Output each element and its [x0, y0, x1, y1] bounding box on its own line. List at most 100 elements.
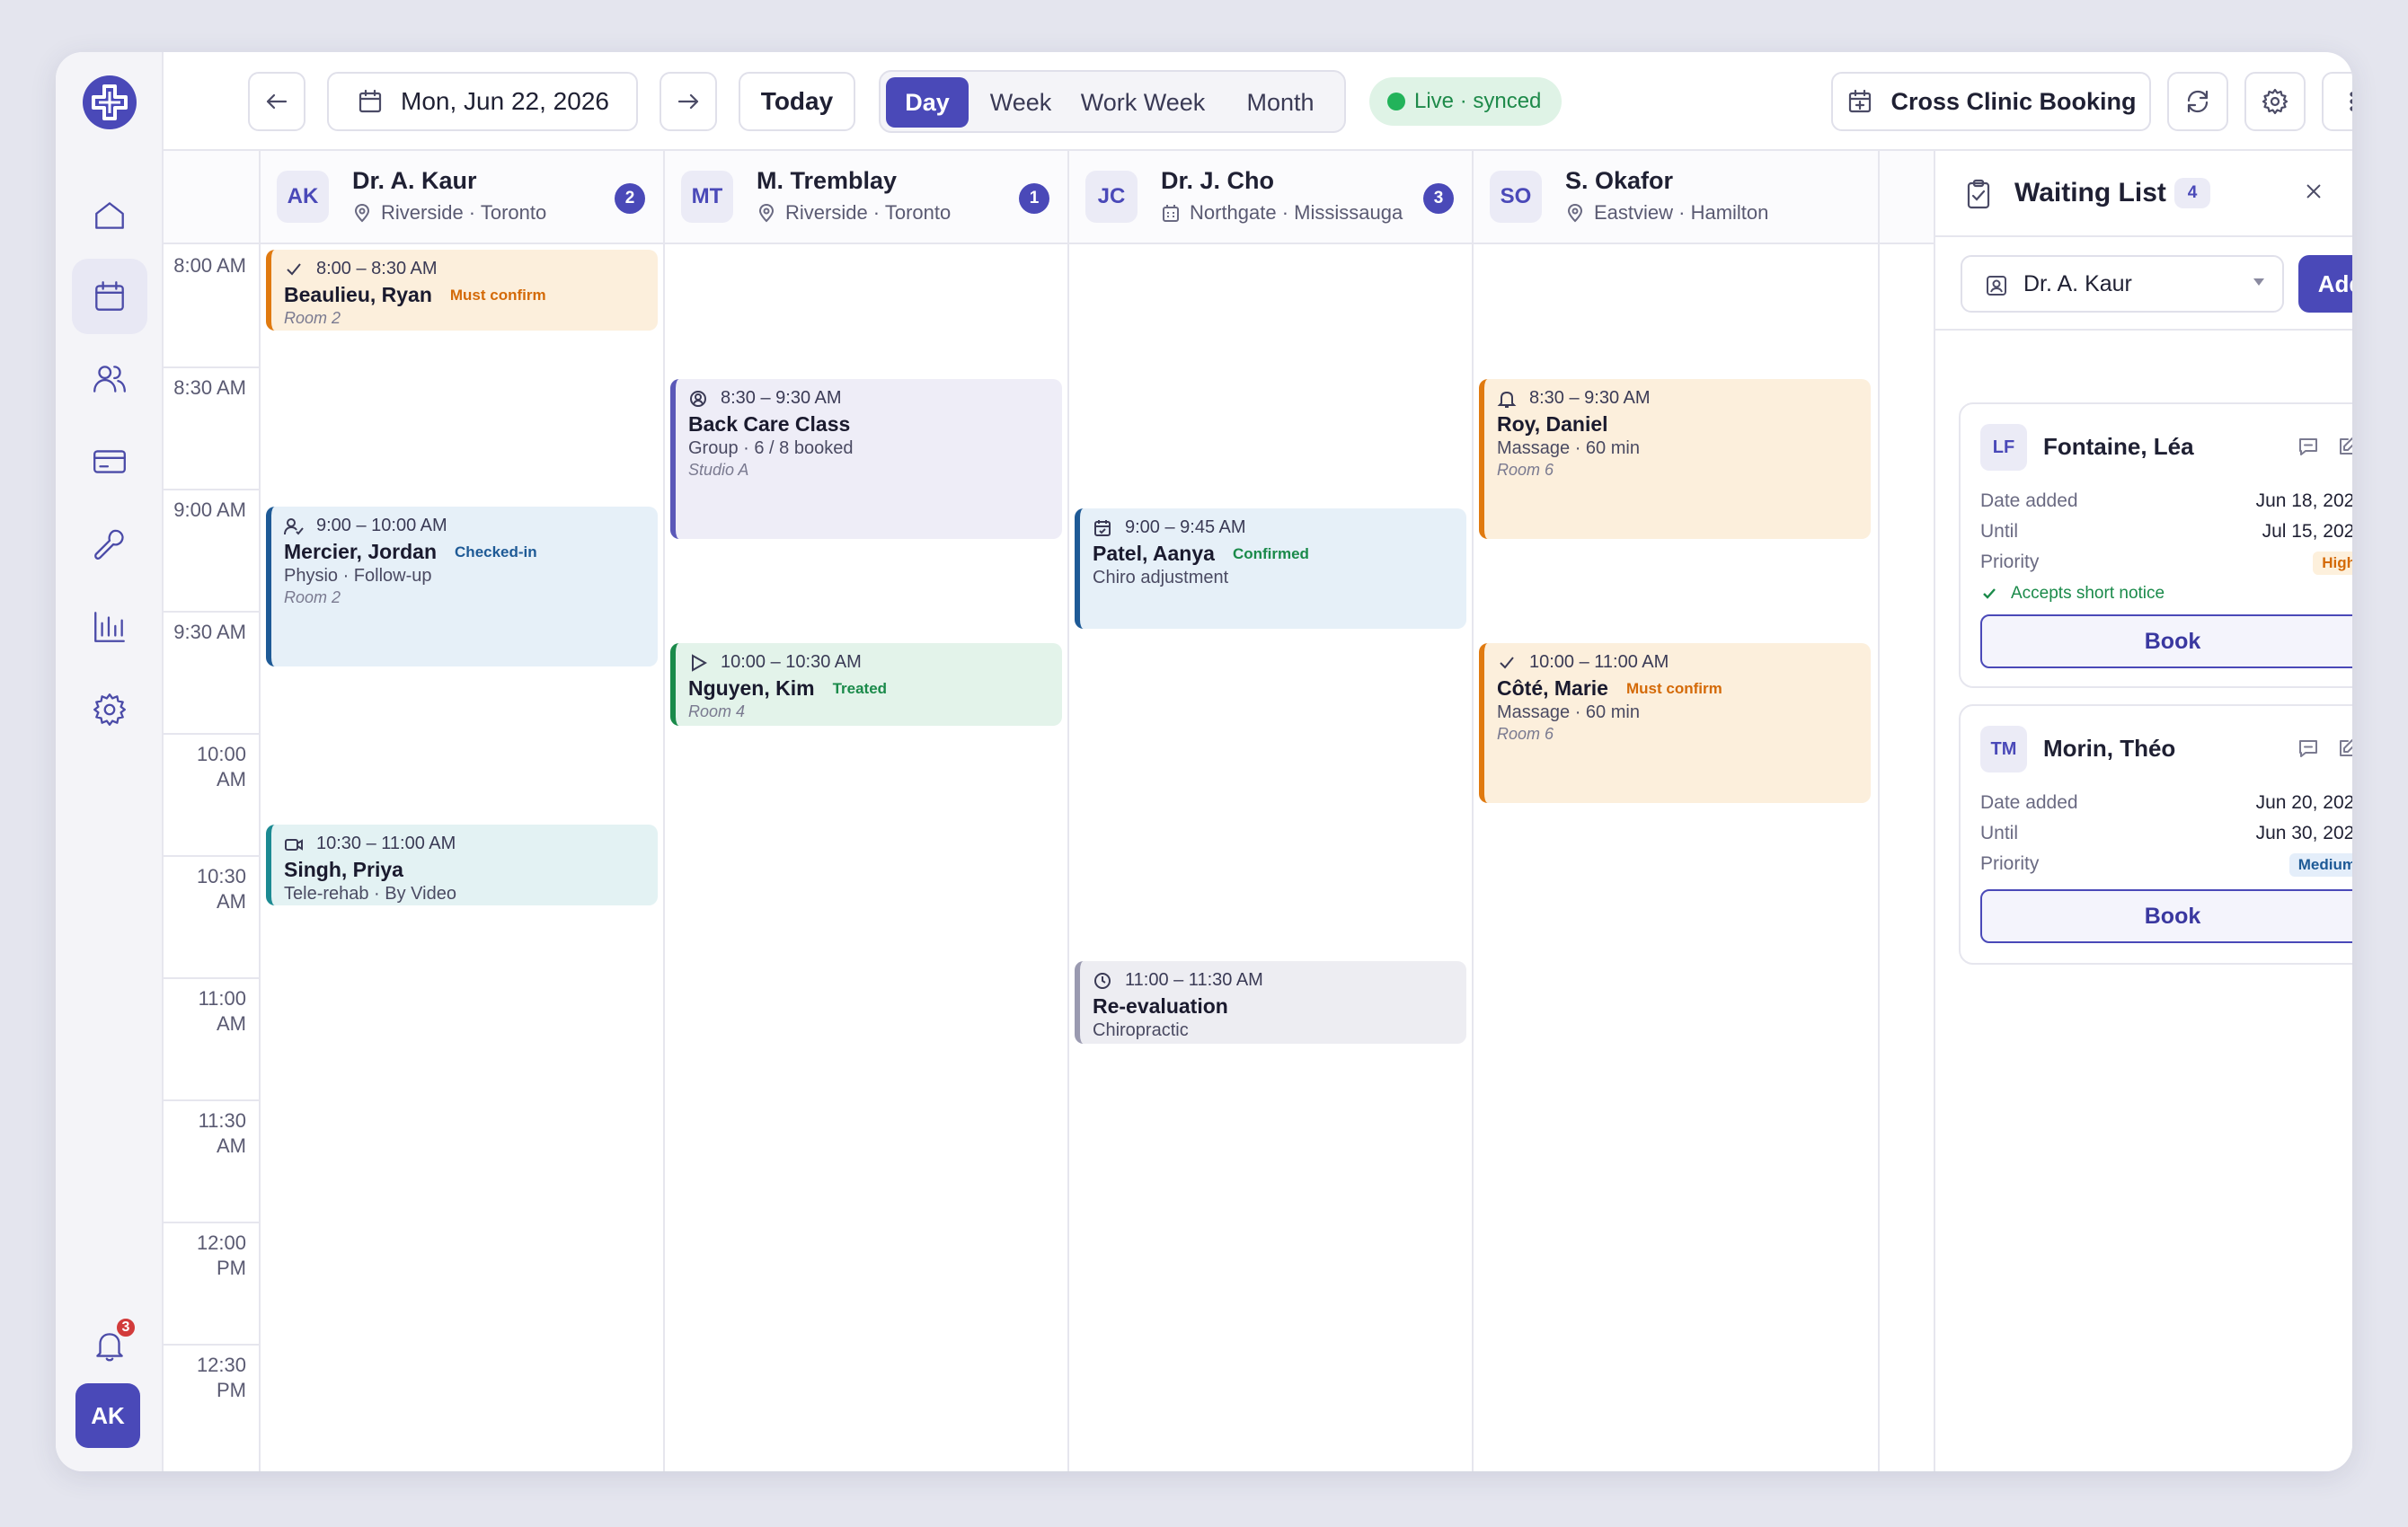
edit-button[interactable]: [2336, 435, 2352, 458]
resource-location-label: Riverside · Toronto: [785, 201, 952, 224]
resource-column-header[interactable]: SO S. Okafor Eastview · Hamilton: [1474, 151, 1880, 244]
day-column[interactable]: 8:30 – 9:30 AM Back Care Class Group · 6…: [665, 244, 1069, 1471]
appointment-patient: Patel, Aanya: [1093, 542, 1215, 565]
resource-count-badge: 1: [1019, 183, 1049, 214]
avatar: TM: [1980, 726, 2027, 772]
status-tag: Confirmed: [1232, 544, 1309, 562]
book-button[interactable]: Book: [1980, 614, 2352, 668]
close-panel-button[interactable]: [2298, 176, 2329, 207]
user-check-icon: [284, 517, 304, 534]
appointment-card[interactable]: 10:30 – 11:00 AM Singh, Priya Tele-rehab…: [266, 825, 658, 905]
add-waitlist-button[interactable]: Add: [2298, 255, 2352, 313]
resource-location-label: Riverside · Toronto: [381, 201, 547, 224]
time-label: 11:30 AM: [198, 1109, 246, 1157]
nav-billing[interactable]: [72, 424, 147, 499]
today-label: Today: [760, 87, 834, 115]
time-label: 9:00 AM: [173, 499, 246, 521]
appointment-time: 10:00 – 10:30 AM: [721, 652, 862, 672]
resource-column-header[interactable]: JC Dr. J. Cho Northgate · Mississauga 3: [1069, 151, 1474, 244]
more-options-button[interactable]: [2322, 72, 2352, 131]
appointment-title: Re-evaluation: [1093, 994, 1228, 1018]
resource-avatar: SO: [1490, 171, 1542, 223]
time-label: 10:30 AM: [196, 865, 246, 913]
more-vertical-icon: [2350, 92, 2352, 111]
appointment-card[interactable]: 8:30 – 9:30 AM Back Care Class Group · 6…: [670, 379, 1062, 539]
appointment-detail: Physio · Follow-up: [284, 566, 432, 586]
refresh-button[interactable]: [2167, 72, 2228, 131]
day-column[interactable]: 8:30 – 9:30 AM Roy, Daniel Massage · 60 …: [1474, 244, 1880, 1471]
appointment-patient: Beaulieu, Ryan: [284, 283, 432, 306]
status-tag: Treated: [832, 679, 888, 697]
chevron-down-icon: [2253, 278, 2264, 286]
provider-select-value: Dr. A. Kaur: [2023, 270, 2132, 296]
edit-button[interactable]: [2336, 737, 2352, 760]
appointment-time: 8:30 – 9:30 AM: [721, 388, 842, 408]
nav-settings[interactable]: [72, 672, 147, 747]
nav-calendar[interactable]: [72, 259, 147, 334]
day-column[interactable]: 8:00 – 8:30 AM Beaulieu, Ryan Must confir…: [261, 244, 665, 1471]
hour-divider: [164, 1344, 261, 1346]
clock-icon: [1094, 972, 1111, 989]
clinic-logo: [81, 74, 138, 131]
provider-select[interactable]: Dr. A. Kaur: [1961, 255, 2284, 313]
notifications-button[interactable]: 3: [72, 1308, 147, 1383]
appointment-card[interactable]: 9:00 – 9:45 AM Patel, Aanya Confirmed Chi…: [1075, 508, 1466, 629]
appointment-time: 8:00 – 8:30 AM: [316, 259, 438, 278]
priority-row: Priority Medium: [1980, 853, 2352, 877]
waiting-list-filter: Dr. A. Kaur Add: [1935, 237, 2352, 331]
pin-icon: [354, 203, 370, 223]
date-added-row: Date added Jun 18, 2026: [1980, 490, 2352, 512]
user-avatar[interactable]: AK: [75, 1383, 140, 1448]
nav-patients[interactable]: [72, 341, 147, 417]
message-icon: [2299, 438, 2317, 455]
day-column[interactable]: 9:00 – 9:45 AM Patel, Aanya Confirmed Chi…: [1069, 244, 1474, 1471]
nav-tools[interactable]: [72, 507, 147, 582]
message-icon: [2299, 740, 2317, 757]
contact-card-icon: [1987, 276, 2006, 296]
arrow-left-icon: [266, 93, 288, 110]
appointment-card[interactable]: 10:00 – 10:30 AM Nguyen, Kim Treated Room…: [670, 643, 1062, 726]
resource-count-badge: 3: [1423, 183, 1454, 214]
appointment-card[interactable]: 8:00 – 8:30 AM Beaulieu, Ryan Must confir…: [266, 250, 658, 331]
edit-icon: [2340, 437, 2352, 455]
date-picker[interactable]: Mon, Jun 22, 2026: [327, 72, 638, 131]
edit-icon: [2340, 739, 2352, 756]
today-button[interactable]: Today: [739, 72, 855, 131]
cross-clinic-booking-button[interactable]: Cross Clinic Booking: [1831, 72, 2151, 131]
resource-avatar: AK: [277, 171, 329, 223]
field-value: Jun 30, 2026: [2255, 823, 2352, 843]
group-class-icon: [690, 390, 706, 407]
current-date: Mon, Jun 22, 2026: [401, 87, 609, 115]
view-day[interactable]: Day: [886, 77, 969, 128]
resource-column-header[interactable]: MT M. Tremblay Riverside · Toronto 1: [665, 151, 1069, 244]
appointment-card[interactable]: 10:00 – 11:00 AM Côté, Marie Must confirm…: [1479, 643, 1871, 803]
appointment-card[interactable]: 9:00 – 10:00 AM Mercier, Jordan Checked-i…: [266, 507, 658, 666]
appointment-room: Room 6: [1497, 725, 1554, 743]
appointment-card[interactable]: 11:00 – 11:30 AM Re-evaluation Chiroprac…: [1075, 961, 1466, 1044]
nav-reports[interactable]: [72, 589, 147, 665]
appointment-title: Back Care Class: [688, 412, 851, 436]
message-button[interactable]: [2297, 737, 2320, 760]
next-day-button[interactable]: [660, 72, 717, 131]
message-button[interactable]: [2297, 435, 2320, 458]
resource-column-header[interactable]: AK Dr. A. Kaur Riverside · Toronto 2: [261, 151, 665, 244]
appointment-card[interactable]: 8:30 – 9:30 AM Roy, Daniel Massage · 60 …: [1479, 379, 1871, 539]
time-label: 12:30 PM: [196, 1354, 246, 1401]
until-row: Until Jun 30, 2026: [1980, 823, 2352, 844]
appointment-time: 10:30 – 11:00 AM: [316, 834, 456, 853]
appointment-detail: Massage · 60 min: [1497, 702, 1640, 722]
reports-icon: [94, 612, 125, 642]
prev-day-button[interactable]: [248, 72, 305, 131]
hour-divider: [164, 611, 261, 613]
building-icon: [1163, 205, 1179, 222]
appointment-room: Room 4: [688, 702, 746, 720]
time-label: 10:00 AM: [196, 743, 246, 790]
appointment-room: Room 6: [1497, 461, 1554, 479]
nav-home[interactable]: [72, 178, 147, 253]
book-button[interactable]: Book: [1980, 889, 2352, 943]
view-month[interactable]: Month: [1222, 77, 1339, 128]
settings-button[interactable]: [2244, 72, 2306, 131]
view-work-week[interactable]: Work Week: [1071, 77, 1215, 128]
appointment-patient: Côté, Marie: [1497, 676, 1608, 700]
view-week[interactable]: Week: [978, 77, 1064, 128]
